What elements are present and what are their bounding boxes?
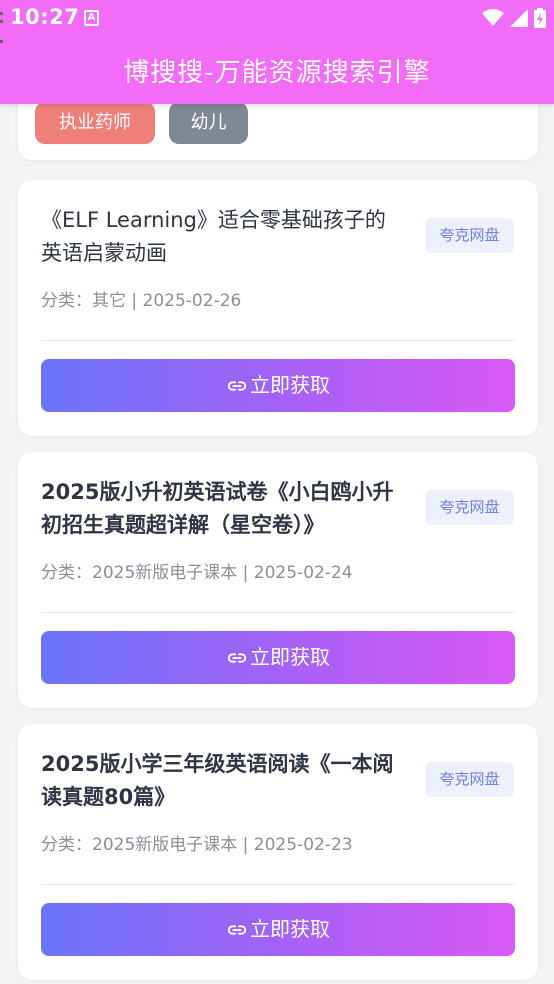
link-icon bbox=[227, 924, 247, 935]
divider bbox=[41, 340, 515, 341]
divider bbox=[41, 612, 515, 613]
result-title[interactable]: 2025版小学三年级英语阅读《一本阅读真题80篇》 bbox=[41, 748, 401, 814]
source-badge: 夸克网盘 bbox=[425, 218, 514, 253]
result-meta: 分类：其它 | 2025-02-26 bbox=[41, 291, 242, 311]
divider bbox=[41, 884, 515, 885]
get-resource-label: 立即获取 bbox=[250, 645, 330, 669]
app-title: 博搜搜-万能资源搜索引擎 bbox=[123, 58, 431, 88]
result-card: 2025版小升初英语试卷《小白鸥小升初招生真题超详解（星空卷）》 夸克网盘 分类… bbox=[18, 452, 538, 708]
notification-a-icon: A bbox=[84, 10, 99, 26]
get-resource-button[interactable]: 立即获取 bbox=[41, 631, 515, 684]
status-bar: 10:27 A bbox=[0, 0, 554, 38]
status-time: 10:27 bbox=[10, 5, 80, 29]
get-resource-button[interactable]: 立即获取 bbox=[41, 903, 515, 956]
link-icon bbox=[227, 380, 247, 391]
link-icon bbox=[227, 652, 247, 663]
result-title[interactable]: 2025版小升初英语试卷《小白鸥小升初招生真题超详解（星空卷）》 bbox=[41, 476, 401, 542]
edge-marks bbox=[0, 0, 4, 984]
status-icons bbox=[482, 8, 546, 28]
app-header: 10:27 A 博搜搜-万能资源搜索引擎 bbox=[0, 0, 554, 104]
get-resource-label: 立即获取 bbox=[250, 917, 330, 941]
tag-chip[interactable]: 幼儿 bbox=[169, 102, 248, 144]
signal-icon bbox=[510, 9, 528, 27]
wifi-icon bbox=[482, 9, 504, 26]
get-resource-button[interactable]: 立即获取 bbox=[41, 359, 515, 412]
result-meta: 分类：2025新版电子课本 | 2025-02-24 bbox=[41, 563, 353, 583]
result-card: 2025版小学三年级英语阅读《一本阅读真题80篇》 夸克网盘 分类：2025新版… bbox=[18, 724, 538, 980]
result-title[interactable]: 《ELF Learning》适合零基础孩子的英语启蒙动画 bbox=[41, 204, 401, 270]
tag-chip[interactable]: 执业药师 bbox=[35, 102, 155, 144]
source-badge: 夸克网盘 bbox=[425, 762, 514, 797]
battery-icon bbox=[534, 8, 546, 28]
result-meta: 分类：2025新版电子课本 | 2025-02-23 bbox=[41, 835, 353, 855]
source-badge: 夸克网盘 bbox=[425, 490, 514, 525]
result-card: 《ELF Learning》适合零基础孩子的英语启蒙动画 夸克网盘 分类：其它 … bbox=[18, 180, 538, 436]
get-resource-label: 立即获取 bbox=[250, 373, 330, 397]
